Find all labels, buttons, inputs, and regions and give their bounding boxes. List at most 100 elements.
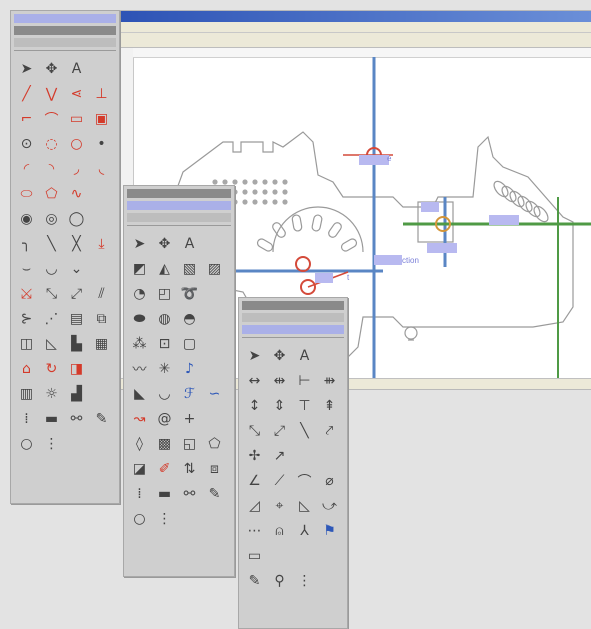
tool-button[interactable]: ✥: [267, 343, 292, 368]
tool-button[interactable]: ▨: [202, 256, 227, 281]
tool-button[interactable]: ◡: [39, 256, 64, 281]
palette-middle-titlebar[interactable]: [127, 189, 231, 198]
tool-button[interactable]: ➤: [242, 343, 267, 368]
tool-button[interactable]: ✢: [242, 443, 267, 468]
tool-button[interactable]: ⤩: [14, 281, 39, 306]
tool-button[interactable]: ⫽: [89, 281, 114, 306]
tool-button[interactable]: ◩: [127, 256, 152, 281]
tool-button[interactable]: ⋖: [64, 81, 89, 106]
tool-button[interactable]: ⊢: [292, 368, 317, 393]
tool-button[interactable]: ⌄: [64, 256, 89, 281]
tool-button[interactable]: ➤: [14, 56, 39, 81]
palette-left-titlebar[interactable]: [14, 14, 116, 23]
tool-button[interactable]: ☼: [39, 381, 64, 406]
tool-button[interactable]: ◭: [152, 256, 177, 281]
palette-left-bar-2[interactable]: [14, 38, 116, 47]
tool-button[interactable]: ◫: [14, 331, 39, 356]
palette-right-bar-1[interactable]: [242, 313, 344, 322]
tool-button[interactable]: ⌒: [292, 468, 317, 493]
tool-button[interactable]: ╲: [292, 418, 317, 443]
tool-button[interactable]: ▧: [177, 256, 202, 281]
tool-button[interactable]: 〰: [127, 356, 152, 381]
tool-button[interactable]: ⤡: [242, 418, 267, 443]
tool-button[interactable]: ➤: [127, 231, 152, 256]
tool-button[interactable]: ◯: [64, 206, 89, 231]
tool-button[interactable]: ▥: [14, 381, 39, 406]
tool-button[interactable]: ⤢: [64, 281, 89, 306]
tool-button[interactable]: ⤢: [267, 418, 292, 443]
tool-button[interactable]: ✳: [152, 356, 177, 381]
tool-button[interactable]: ⋰: [39, 306, 64, 331]
tool-button[interactable]: ∿: [64, 181, 89, 206]
tool-button[interactable]: ℱ: [177, 381, 202, 406]
tool-button[interactable]: ⇞: [317, 393, 342, 418]
tool-button[interactable]: ⇹: [267, 368, 292, 393]
tool-button[interactable]: ⬬: [127, 306, 152, 331]
tool-button[interactable]: ➰: [177, 281, 202, 306]
tool-button[interactable]: A: [177, 231, 202, 256]
tool-button[interactable]: ⋯: [242, 518, 267, 543]
tool-button[interactable]: ▬: [152, 481, 177, 506]
tool-button[interactable]: ⌂: [14, 356, 39, 381]
tool-button[interactable]: A: [292, 343, 317, 368]
tool-button[interactable]: ⤡: [39, 281, 64, 306]
tool-button[interactable]: ∠: [242, 468, 267, 493]
tool-button[interactable]: ⅄: [292, 518, 317, 543]
tool-button[interactable]: ╲: [39, 231, 64, 256]
tool-button[interactable]: ◺: [39, 331, 64, 356]
tool-button[interactable]: ◊: [127, 431, 152, 456]
tool-button[interactable]: ⁂: [127, 331, 152, 356]
tool-button[interactable]: ⊡: [152, 331, 177, 356]
tool-button[interactable]: ✥: [152, 231, 177, 256]
main-toolbar[interactable]: [119, 33, 591, 48]
tool-button[interactable]: ⌀: [317, 468, 342, 493]
tool-button[interactable]: ⧉: [89, 306, 114, 331]
tool-button[interactable]: ✎: [242, 568, 267, 593]
tool-button[interactable]: ∽: [202, 381, 227, 406]
tool-button[interactable]: ▤: [64, 306, 89, 331]
tool-button[interactable]: ⤓: [89, 231, 114, 256]
tool-button[interactable]: ○: [127, 506, 152, 531]
tool-button[interactable]: ⧈: [202, 456, 227, 481]
tool-button[interactable]: ◓: [177, 306, 202, 331]
tool-button[interactable]: ⌖: [267, 493, 292, 518]
tool-button[interactable]: ⍝: [267, 518, 292, 543]
tool-button[interactable]: ⌐: [14, 106, 39, 131]
palette-middle-bar-2[interactable]: [127, 213, 231, 222]
tool-button[interactable]: ▟: [64, 381, 89, 406]
tool-button[interactable]: ⌣: [14, 256, 39, 281]
tool-button[interactable]: ▩: [152, 431, 177, 456]
tool-button[interactable]: ⚲: [267, 568, 292, 593]
palette-right-bar-2[interactable]: [242, 325, 344, 334]
tool-button[interactable]: ○: [64, 131, 89, 156]
tool-button[interactable]: ◔: [127, 281, 152, 306]
tool-button[interactable]: ◌: [39, 131, 64, 156]
tool-button[interactable]: ⇻: [317, 368, 342, 393]
tool-button[interactable]: +: [177, 406, 202, 431]
tool-button[interactable]: ⁞: [14, 406, 39, 431]
tool-button[interactable]: ◜: [14, 156, 39, 181]
tool-button[interactable]: ⊤: [292, 393, 317, 418]
tool-button[interactable]: ⬠: [202, 431, 227, 456]
tool-button[interactable]: ◱: [177, 431, 202, 456]
tool-button[interactable]: ▭: [64, 106, 89, 131]
tool-button[interactable]: ⁞: [127, 481, 152, 506]
tool-button[interactable]: ◉: [14, 206, 39, 231]
tool-button[interactable]: ⋮: [152, 506, 177, 531]
tool-button[interactable]: ▣: [89, 106, 114, 131]
tool-button[interactable]: ⤻: [317, 493, 342, 518]
tool-button[interactable]: ◍: [152, 306, 177, 331]
palette-left-bar-1[interactable]: [14, 26, 116, 35]
tool-button[interactable]: ▙: [64, 331, 89, 356]
palette-middle-bar-1[interactable]: [127, 201, 231, 210]
window-titlebar[interactable]: [119, 11, 591, 22]
tool-button[interactable]: ◡: [152, 381, 177, 406]
tool-button[interactable]: ↻: [39, 356, 64, 381]
tool-button[interactable]: ⬭: [14, 181, 39, 206]
tool-button[interactable]: ⤤: [317, 418, 342, 443]
tool-button[interactable]: ◎: [39, 206, 64, 231]
tool-button[interactable]: ▢: [177, 331, 202, 356]
tool-button[interactable]: ⌒: [39, 106, 64, 131]
tool-button[interactable]: ◣: [127, 381, 152, 406]
tool-button[interactable]: ↝: [127, 406, 152, 431]
